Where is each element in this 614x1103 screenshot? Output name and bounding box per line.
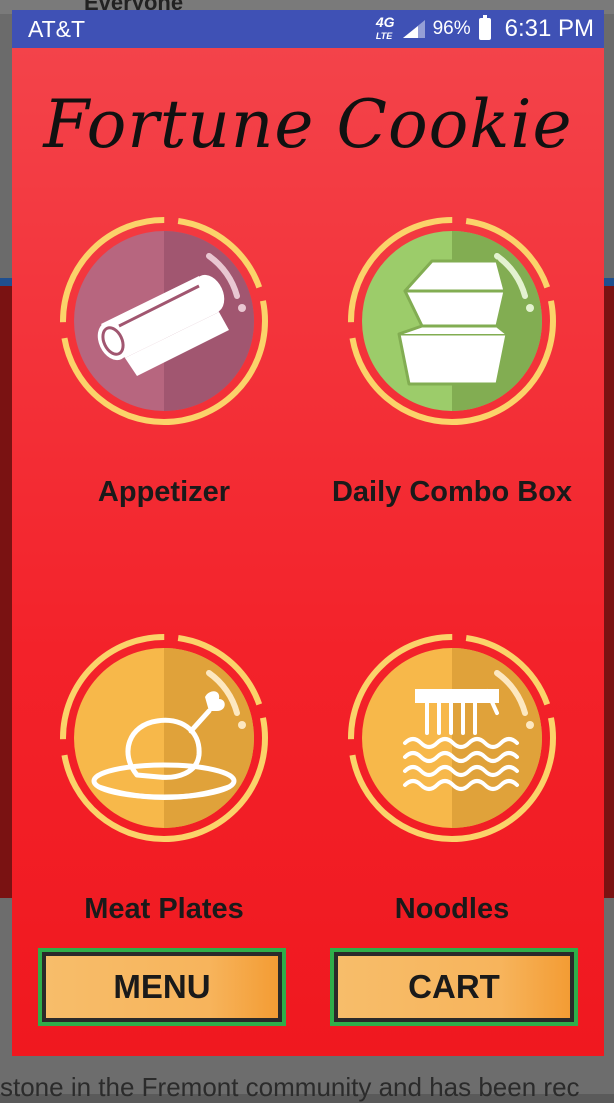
spring-roll-icon xyxy=(60,217,268,425)
category-daily-combo-box[interactable]: Daily Combo Box xyxy=(322,216,582,511)
noodles-icon xyxy=(348,634,556,842)
carrier-name: AT&T xyxy=(28,15,86,42)
category-meat-plates[interactable]: Meat Plates xyxy=(34,633,294,928)
category-appetizer[interactable]: Appetizer xyxy=(34,216,294,511)
category-label: Noodles xyxy=(394,893,510,925)
app-panel: Fortune Cookie Appetizer Daily Combo Box… xyxy=(12,48,604,1056)
battery-icon xyxy=(478,15,491,40)
cart-button[interactable]: CART xyxy=(330,948,578,1026)
background-paragraph: stone in the Fremont community and has b… xyxy=(0,1072,580,1102)
category-label: Daily Combo Box xyxy=(331,476,573,508)
status-indicators: 4G LTE 96% 6:31 PM xyxy=(376,15,594,43)
network-type: 4G xyxy=(375,14,395,30)
category-noodles[interactable]: Noodles xyxy=(322,633,582,928)
signal-strength-icon xyxy=(402,20,425,38)
status-bar: AT&T 4G LTE 96% 6:31 PM xyxy=(12,10,604,48)
cart-button-label: CART xyxy=(338,956,570,1018)
menu-button[interactable]: MENU xyxy=(38,948,286,1026)
menu-button-label: MENU xyxy=(46,956,278,1018)
battery-percent: 96% xyxy=(432,18,471,39)
clock: 6:31 PM xyxy=(504,15,594,42)
takeout-box-icon xyxy=(348,217,556,425)
category-label: Appetizer xyxy=(97,476,231,508)
roast-chicken-icon xyxy=(60,634,268,842)
network-subtype: LTE xyxy=(375,31,393,41)
network-type-icon: 4G LTE xyxy=(375,14,395,42)
app-title: Fortune Cookie xyxy=(43,86,573,163)
category-label: Meat Plates xyxy=(84,893,244,925)
